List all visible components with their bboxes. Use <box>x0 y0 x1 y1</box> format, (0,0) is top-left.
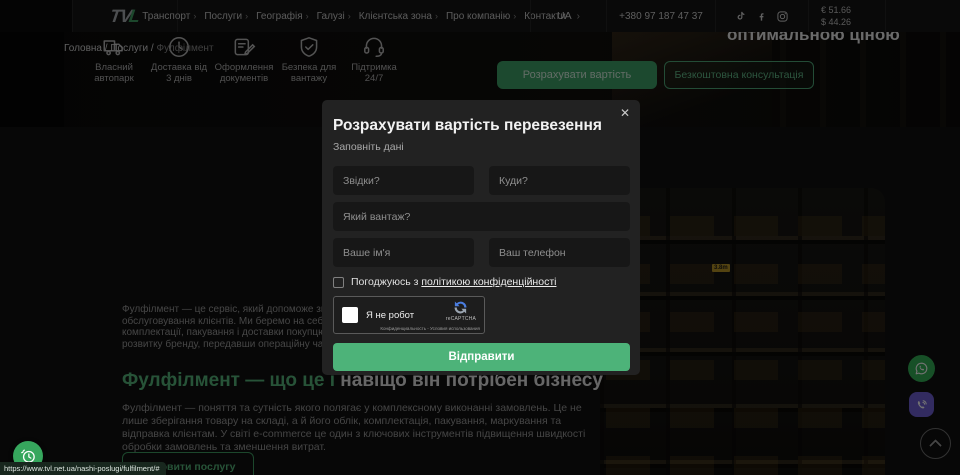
recaptcha-brand: reCAPTCHA <box>446 316 476 322</box>
recaptcha-widget: Я не робот reCAPTCHA Конфиденциальность … <box>333 296 485 334</box>
close-icon[interactable]: ✕ <box>620 107 630 119</box>
to-input[interactable] <box>489 166 630 195</box>
recaptcha-terms[interactable]: Конфиденциальность - Условия использован… <box>380 326 480 331</box>
recaptcha-checkbox[interactable] <box>342 307 358 323</box>
from-input[interactable] <box>333 166 474 195</box>
recaptcha-icon <box>453 300 468 315</box>
submit-button[interactable]: Відправити <box>333 343 630 371</box>
modal-subtitle: Заповніть дані <box>333 141 630 153</box>
cargo-input[interactable] <box>333 202 630 231</box>
recaptcha-label: Я не робот <box>366 310 414 321</box>
consent-checkbox[interactable] <box>333 277 344 288</box>
consent-row: Погоджуюсь з політикою конфіденційності <box>333 276 630 288</box>
privacy-policy-link[interactable]: політикою конфіденційності <box>421 276 556 288</box>
name-input[interactable] <box>333 238 474 267</box>
page: TVL Транспорт› Послуги› Географія› Галуз… <box>0 0 960 475</box>
browser-status-url: https://www.tvl.net.ua/nashi-poslugi/ful… <box>0 462 166 475</box>
calculate-cost-modal: ✕ Розрахувати вартість перевезення Запов… <box>322 100 640 375</box>
modal-title: Розрахувати вартість перевезення <box>333 117 630 135</box>
phone-input[interactable] <box>489 238 630 267</box>
